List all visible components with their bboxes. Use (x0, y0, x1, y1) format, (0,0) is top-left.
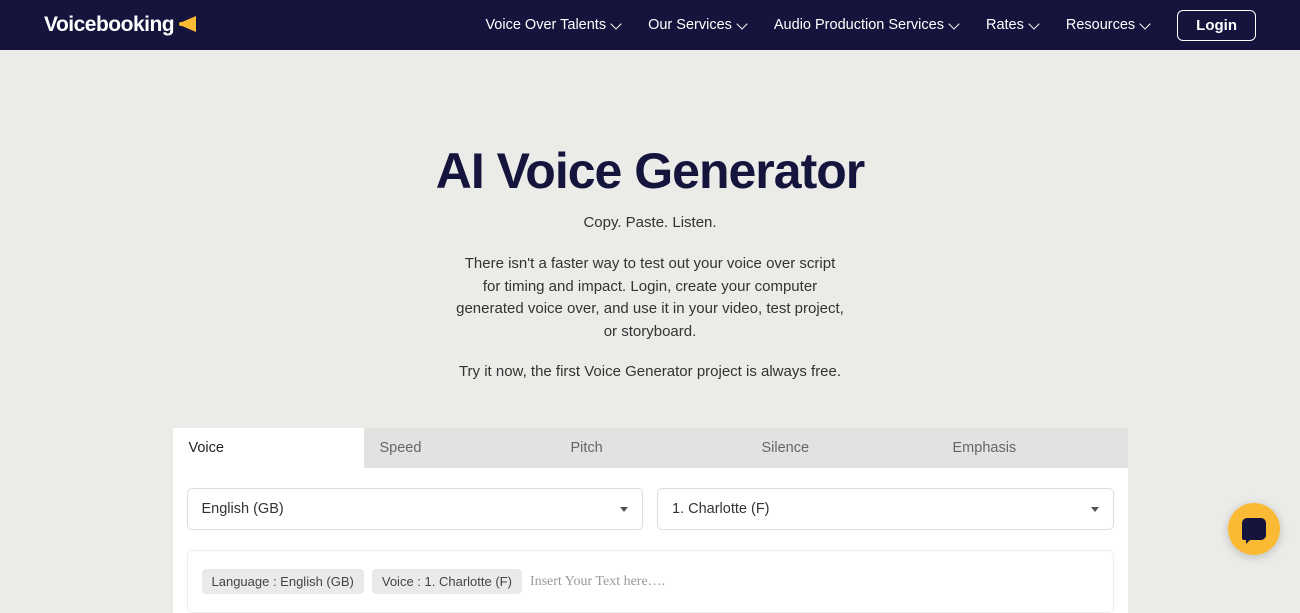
tab-speed[interactable]: Speed (364, 428, 555, 468)
main-nav: Voice Over Talents Our Services Audio Pr… (485, 10, 1256, 41)
chevron-down-icon (610, 18, 621, 29)
chat-icon (1242, 518, 1266, 540)
nav-audio-production[interactable]: Audio Production Services (774, 17, 958, 33)
tab-silence[interactable]: Silence (746, 428, 937, 468)
nav-our-services[interactable]: Our Services (648, 17, 746, 33)
nav-voice-over-talents[interactable]: Voice Over Talents (485, 17, 620, 33)
tab-voice[interactable]: Voice (173, 428, 364, 468)
chevron-down-icon (1028, 18, 1039, 29)
page-title: AI Voice Generator (0, 142, 1300, 200)
editor-placeholder: Insert Your Text here…. (530, 574, 665, 590)
nav-resources[interactable]: Resources (1066, 17, 1149, 33)
tab-pitch[interactable]: Pitch (555, 428, 746, 468)
chevron-down-icon (948, 18, 959, 29)
megaphone-icon (178, 12, 204, 38)
chevron-down-icon (736, 18, 747, 29)
tab-emphasis[interactable]: Emphasis (937, 428, 1128, 468)
caret-down-icon (1091, 507, 1099, 512)
language-select[interactable]: English (GB) (187, 488, 644, 530)
tool-panel: English (GB) 1. Charlotte (F) Language :… (173, 468, 1128, 613)
text-editor[interactable]: Language : English (GB) Voice : 1. Charl… (187, 550, 1114, 613)
language-badge: Language : English (GB) (202, 569, 364, 594)
chevron-down-icon (1140, 18, 1151, 29)
main-header: Voicebooking Voice Over Talents Our Serv… (0, 0, 1300, 50)
login-button[interactable]: Login (1177, 10, 1256, 41)
tagline: Copy. Paste. Listen. (0, 214, 1300, 231)
select-row: English (GB) 1. Charlotte (F) (187, 488, 1114, 530)
description: There isn't a faster way to test out you… (455, 253, 845, 343)
caret-down-icon (620, 507, 628, 512)
voice-badge: Voice : 1. Charlotte (F) (372, 569, 522, 594)
generator-tool: Voice Speed Pitch Silence Emphasis Engli… (173, 428, 1128, 613)
tab-list: Voice Speed Pitch Silence Emphasis (173, 428, 1128, 468)
try-text: Try it now, the first Voice Generator pr… (0, 363, 1300, 380)
logo-text: Voicebooking (44, 13, 174, 37)
chat-button[interactable] (1228, 503, 1280, 555)
voice-select[interactable]: 1. Charlotte (F) (657, 488, 1114, 530)
logo[interactable]: Voicebooking (44, 12, 204, 38)
hero-section: AI Voice Generator Copy. Paste. Listen. … (0, 50, 1300, 380)
nav-rates[interactable]: Rates (986, 17, 1038, 33)
